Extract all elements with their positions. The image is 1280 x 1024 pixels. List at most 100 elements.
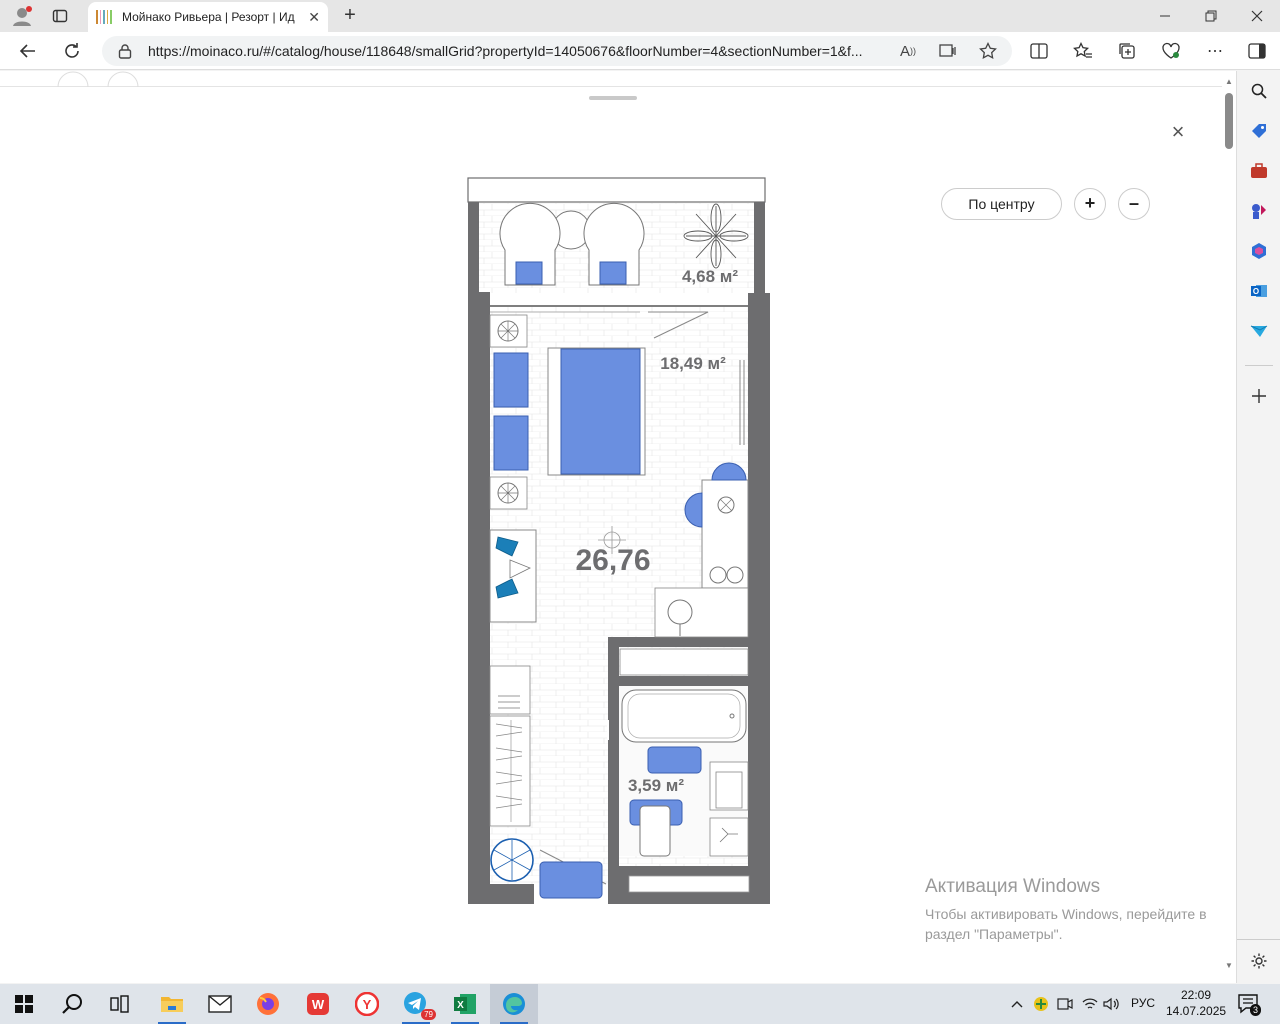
scroll-thumb[interactable] [1225, 93, 1233, 149]
tools-briefcase-icon[interactable] [1249, 161, 1269, 181]
browser-essentials-icon[interactable] [1160, 40, 1182, 62]
bathroom-shelf [619, 648, 749, 676]
pillow-top [493, 352, 529, 408]
favorites-icon[interactable] [1072, 40, 1094, 62]
drag-handle[interactable] [589, 96, 637, 100]
bathtub [621, 689, 747, 743]
search-icon[interactable] [1249, 81, 1269, 101]
svg-text:O: O [1253, 287, 1259, 296]
telegram-icon[interactable]: 79 [392, 984, 440, 1024]
total-area-label: 26,76 [575, 544, 650, 577]
pillow-bottom [493, 415, 529, 471]
drop-send-icon[interactable] [1249, 321, 1269, 341]
firefox-icon[interactable] [244, 984, 292, 1024]
svg-text:Y: Y [363, 997, 372, 1012]
tab-title: Мойнако Ривьера | Резорт | Ид [122, 10, 295, 24]
close-window-button[interactable] [1234, 0, 1280, 32]
settings-gear-icon[interactable] [1249, 951, 1269, 971]
close-plan-button[interactable]: × [1166, 121, 1190, 145]
activation-title: Активация Windows [925, 876, 1101, 897]
collections-icon[interactable] [1116, 40, 1138, 62]
url-text[interactable]: https://moinaco.ru/#/catalog/house/11864… [148, 43, 888, 59]
tab-strip: Мойнако Ривьера | Резорт | Ид ✕ + [0, 0, 1280, 32]
meet-now-icon[interactable] [1055, 994, 1075, 1014]
navigation-bar: https://moinaco.ru/#/catalog/house/11864… [0, 32, 1280, 70]
lock-icon[interactable] [118, 43, 132, 59]
excel-icon[interactable]: X [441, 984, 489, 1024]
windows-activation-watermark: Активация Windows Чтобы активировать Win… [925, 876, 1235, 944]
start-button[interactable] [0, 984, 48, 1024]
read-aloud-icon[interactable]: A)) [898, 41, 918, 61]
office-icon[interactable] [1249, 241, 1269, 261]
zoom-in-button[interactable]: + [1074, 188, 1106, 220]
wardrobe [489, 715, 531, 827]
window-bottom [628, 875, 750, 893]
zoom-out-button[interactable]: – [1118, 188, 1150, 220]
bathroom-wall-left [608, 647, 619, 866]
shopping-tag-icon[interactable] [1249, 121, 1269, 141]
edge-browser-icon[interactable] [490, 984, 538, 1024]
wps-office-icon[interactable]: W [294, 984, 342, 1024]
address-bar[interactable]: https://moinaco.ru/#/catalog/house/11864… [102, 36, 1012, 66]
bed-blanket [560, 348, 641, 475]
sink-cabinet [709, 817, 749, 857]
games-icon[interactable] [1249, 201, 1269, 221]
windows-taskbar: W Y 79 X РУС 22:09 14.07.2025 3 [0, 984, 1280, 1024]
immersive-reader-icon[interactable] [938, 41, 958, 61]
tab-actions-icon[interactable] [48, 4, 72, 28]
tray-app-icon[interactable] [1031, 994, 1051, 1014]
wall-bottom-left [490, 884, 534, 904]
entrance-mat [539, 861, 603, 899]
file-explorer-icon[interactable] [148, 984, 196, 1024]
back-button[interactable] [14, 37, 42, 65]
tab-active[interactable]: Мойнако Ривьера | Резорт | Ид ✕ [88, 2, 328, 32]
system-clock[interactable]: 22:09 14.07.2025 [1166, 987, 1226, 1019]
bathroom-wall-top [608, 637, 748, 647]
mail-icon[interactable] [196, 984, 244, 1024]
site-favicon [96, 10, 112, 24]
balcony-wall-right [754, 202, 765, 294]
split-screen-icon[interactable] [1028, 40, 1050, 62]
shoe-rack [489, 665, 531, 715]
bathroom-wall-mid [619, 676, 748, 686]
wall-right-lower [748, 637, 770, 904]
new-tab-button[interactable]: + [338, 4, 362, 28]
edge-sidebar: O [1236, 71, 1280, 983]
yandex-browser-icon[interactable]: Y [343, 984, 391, 1024]
profile-icon[interactable] [10, 4, 34, 28]
outlook-icon[interactable]: O [1249, 281, 1269, 301]
scroll-up-arrow-icon[interactable]: ▲ [1224, 77, 1234, 87]
bathroom-area-label: 3,59 м² [628, 776, 684, 795]
more-options-icon[interactable]: ⋯ [1204, 40, 1226, 62]
telegram-badge: 79 [421, 1009, 436, 1020]
restore-button[interactable] [1188, 0, 1234, 32]
notifications-icon[interactable]: 3 [1236, 992, 1266, 1016]
activation-text: Чтобы активировать Windows, перейдите в … [925, 906, 1207, 942]
show-hidden-icons-icon[interactable] [1007, 994, 1027, 1014]
task-view-icon[interactable] [96, 984, 144, 1024]
add-sidebar-app-icon[interactable] [1249, 386, 1269, 406]
bath-mat [647, 746, 702, 774]
svg-text:W: W [312, 997, 325, 1012]
balcony-railing [467, 177, 766, 203]
search-taskbar-icon[interactable] [48, 984, 96, 1024]
balcony-area-label: 4,68 м² [682, 267, 738, 286]
network-wifi-icon[interactable] [1080, 994, 1100, 1014]
wall-left [468, 292, 490, 904]
balcony-wall-left [468, 202, 479, 294]
scroll-down-arrow-icon[interactable]: ▼ [1224, 961, 1234, 971]
sidebar-toggle-icon[interactable] [1246, 40, 1268, 62]
svg-text:X: X [457, 1000, 464, 1011]
volume-icon[interactable] [1102, 994, 1122, 1014]
notification-count: 3 [1250, 1004, 1262, 1016]
refresh-button[interactable] [58, 37, 86, 65]
favorite-star-icon[interactable] [978, 41, 998, 61]
wall-right-upper [748, 293, 770, 637]
center-button[interactable]: По центру [941, 188, 1062, 220]
clock-time: 22:09 [1180, 988, 1212, 1002]
close-tab-icon[interactable]: ✕ [308, 9, 320, 26]
minimize-button[interactable] [1142, 0, 1188, 32]
page-scrollbar[interactable]: ▲ ▼ [1222, 71, 1236, 983]
input-language[interactable]: РУС [1131, 996, 1155, 1010]
clock-date: 14.07.2025 [1166, 1004, 1227, 1018]
